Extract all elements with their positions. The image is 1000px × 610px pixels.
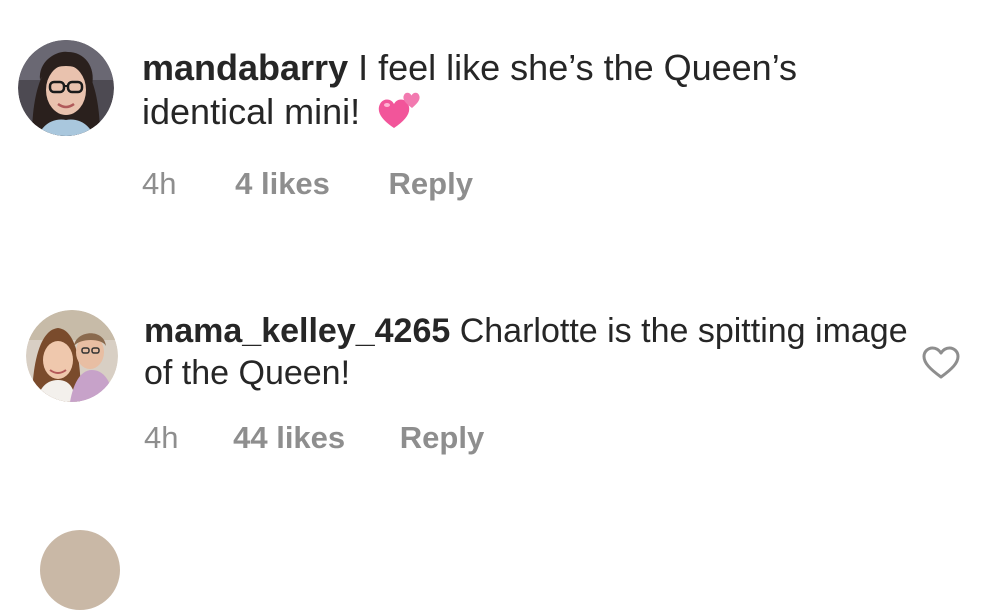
comment-meta: 4h 4 likes Reply bbox=[142, 166, 473, 202]
reply-button[interactable]: Reply bbox=[389, 166, 473, 202]
comment-body: mama_kelley_4265 Charlotte is the spitti… bbox=[144, 310, 924, 394]
comment-meta: 4h 44 likes Reply bbox=[144, 420, 484, 456]
comment-timestamp: 4h bbox=[144, 420, 179, 455]
avatar[interactable] bbox=[40, 530, 120, 610]
likes-count[interactable]: 4 likes bbox=[235, 166, 330, 202]
likes-count[interactable]: 44 likes bbox=[233, 420, 345, 456]
avatar-photo bbox=[26, 310, 118, 402]
reply-button[interactable]: Reply bbox=[400, 420, 484, 456]
comment-username[interactable]: mama_kelley_4265 bbox=[144, 312, 450, 350]
comment-username[interactable]: mandabarry bbox=[142, 47, 348, 88]
comment-timestamp: 4h bbox=[142, 166, 177, 201]
avatar[interactable] bbox=[26, 310, 118, 402]
avatar[interactable] bbox=[18, 40, 114, 136]
heart-outline-icon bbox=[922, 346, 960, 379]
avatar-photo bbox=[18, 40, 114, 136]
comment-body: mandabarry I feel like she’s the Queen’s… bbox=[142, 46, 922, 140]
two-hearts-icon bbox=[378, 90, 426, 140]
like-button[interactable] bbox=[922, 346, 960, 380]
